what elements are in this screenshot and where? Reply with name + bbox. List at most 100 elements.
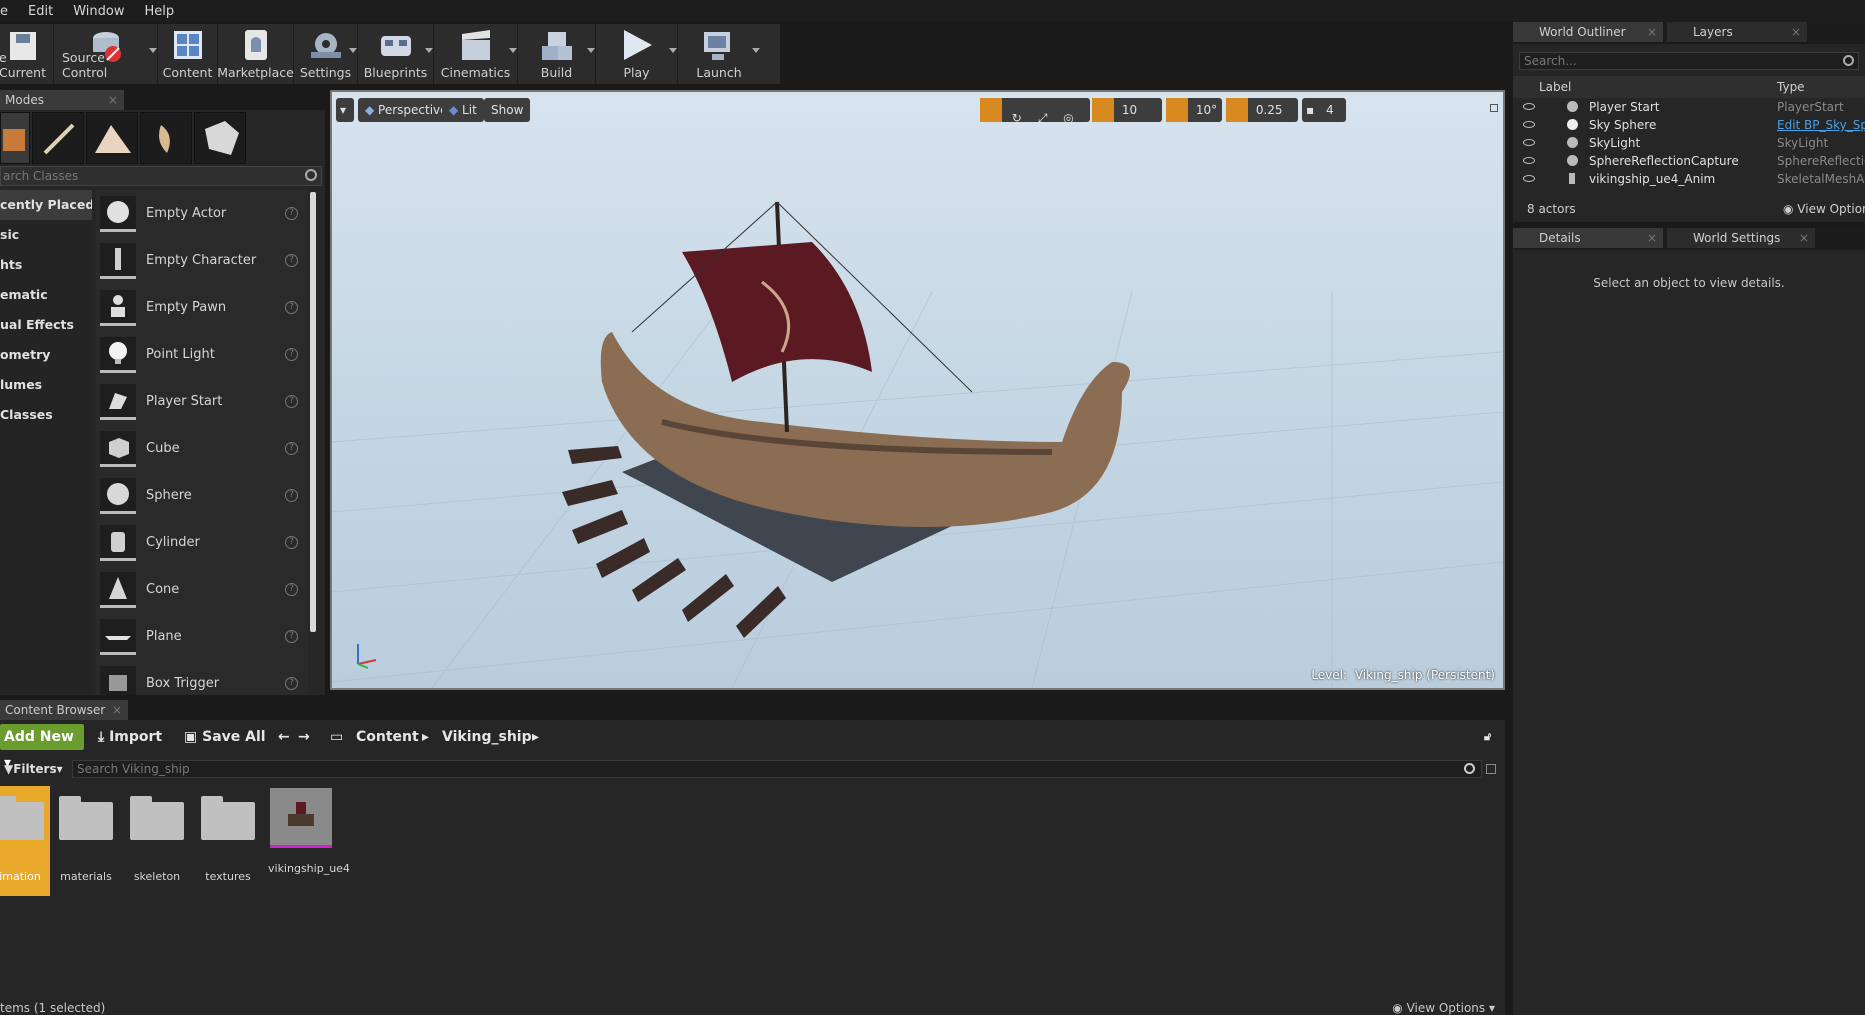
launch-button[interactable]: Launch xyxy=(678,24,760,84)
chevron-down-icon[interactable] xyxy=(425,48,433,53)
menu-edit[interactable]: Edit xyxy=(18,4,63,19)
viewport-options-button[interactable]: ▾ xyxy=(336,98,354,122)
class-item-cube[interactable]: Cube ? xyxy=(96,425,308,472)
class-item-cone[interactable]: Cone ? xyxy=(96,566,308,613)
category-item[interactable]: lumes xyxy=(0,370,92,400)
asset-folder-skeleton[interactable]: skeleton xyxy=(127,786,187,896)
category-item[interactable]: ual Effects xyxy=(0,310,92,340)
category-item[interactable]: ometry xyxy=(0,340,92,370)
tab-world-settings[interactable]: World Settings × xyxy=(1667,228,1815,248)
close-icon[interactable]: × xyxy=(112,700,122,720)
help-icon[interactable]: ? xyxy=(285,207,298,220)
visibility-eye-icon[interactable] xyxy=(1523,139,1535,146)
cinematics-button[interactable]: Cinematics xyxy=(434,24,518,84)
class-item-empty-character[interactable]: Empty Character ? xyxy=(96,237,308,284)
save-current-button[interactable]: e Current xyxy=(0,24,54,84)
chevron-down-icon[interactable] xyxy=(752,48,760,53)
outliner-row[interactable]: SphereReflectionCapture SphereReflection xyxy=(1513,152,1865,170)
outliner-row[interactable]: SkyLight SkyLight xyxy=(1513,134,1865,152)
landscape-mode-icon[interactable] xyxy=(86,112,138,164)
class-item-empty-pawn[interactable]: Empty Pawn ? xyxy=(96,284,308,331)
content-view-options[interactable]: ◉ View Options ▾ xyxy=(1392,1001,1495,1015)
scale-snap[interactable]: 0.25 xyxy=(1226,98,1298,122)
breadcrumb-content[interactable]: Content xyxy=(356,724,419,750)
close-icon[interactable]: × xyxy=(1791,22,1801,42)
class-item-plane[interactable]: Plane ? xyxy=(96,613,308,660)
play-button[interactable]: Play xyxy=(596,24,678,84)
column-type[interactable]: Type xyxy=(1777,80,1805,94)
foliage-mode-icon[interactable] xyxy=(140,112,192,164)
chevron-right-icon[interactable]: ▸ xyxy=(422,724,429,750)
translate-icon[interactable] xyxy=(980,98,1002,122)
level-viewport[interactable]: ▾ ◆ Perspective ◆ Lit Show ↻ ⤢ ◎ 10 10° … xyxy=(330,90,1505,690)
asset-folder-materials[interactable]: materials xyxy=(56,786,116,896)
class-item-sphere[interactable]: Sphere ? xyxy=(96,472,308,519)
category-item[interactable]: cently Placed xyxy=(0,190,92,220)
visibility-eye-icon[interactable] xyxy=(1523,175,1535,182)
asset-skeletal-mesh[interactable]: vikingship_ue4 xyxy=(268,786,350,896)
content-button[interactable]: Content xyxy=(158,24,218,84)
outliner-row[interactable]: Sky Sphere Edit BP_Sky_Sp xyxy=(1513,116,1865,134)
class-item-player-start[interactable]: Player Start ? xyxy=(96,378,308,425)
source-control-button[interactable]: Source Control xyxy=(54,24,158,84)
close-icon[interactable]: × xyxy=(108,90,118,110)
forward-button[interactable]: → xyxy=(298,724,310,750)
help-icon[interactable]: ? xyxy=(285,254,298,267)
scale-icon[interactable]: ⤢ xyxy=(1032,106,1054,130)
place-mode-icon[interactable] xyxy=(0,112,30,164)
visibility-eye-icon[interactable] xyxy=(1523,121,1535,128)
outliner-search-input[interactable]: Search... xyxy=(1519,52,1859,70)
category-item[interactable]: hts xyxy=(0,250,92,280)
close-icon[interactable]: × xyxy=(1799,228,1809,248)
save-search-icon[interactable] xyxy=(1486,764,1496,774)
paint-mode-icon[interactable] xyxy=(32,112,84,164)
marketplace-button[interactable]: Marketplace xyxy=(217,24,294,84)
chevron-right-icon[interactable]: ▸ xyxy=(532,724,539,750)
camera-speed[interactable]: ▪ 4 xyxy=(1302,98,1346,122)
edit-blueprint-link[interactable]: Edit BP_Sky_Sp xyxy=(1777,118,1865,132)
class-item-empty-actor[interactable]: Empty Actor ? xyxy=(96,190,308,237)
menu-file[interactable]: e xyxy=(0,4,18,19)
rotate-icon[interactable]: ↻ xyxy=(1006,106,1028,130)
breadcrumb-viking-ship[interactable]: Viking_ship xyxy=(442,724,532,750)
content-search-input[interactable]: Search Viking_ship xyxy=(72,760,1482,778)
chevron-down-icon[interactable] xyxy=(509,48,517,53)
help-icon[interactable]: ? xyxy=(285,442,298,455)
help-icon[interactable]: ? xyxy=(285,395,298,408)
visibility-eye-icon[interactable] xyxy=(1523,103,1535,110)
chevron-down-icon[interactable] xyxy=(587,48,595,53)
search-classes-input[interactable]: arch Classes xyxy=(0,166,322,186)
tab-content-browser[interactable]: Content Browser × xyxy=(0,700,128,720)
blueprints-button[interactable]: Blueprints xyxy=(358,24,434,84)
column-label[interactable]: Label xyxy=(1539,80,1571,94)
lock-icon[interactable]: 🔓︎ xyxy=(1484,724,1491,750)
close-icon[interactable]: × xyxy=(1647,22,1657,42)
add-new-button[interactable]: Add New ▾ xyxy=(0,724,84,771)
class-item-box-trigger[interactable]: Box Trigger ? xyxy=(96,660,308,695)
settings-button[interactable]: Settings xyxy=(294,24,358,84)
chevron-down-icon[interactable] xyxy=(349,48,357,53)
chevron-down-icon[interactable] xyxy=(669,48,677,53)
class-item-cylinder[interactable]: Cylinder ? xyxy=(96,519,308,566)
outliner-row[interactable]: vikingship_ue4_Anim SkeletalMeshActo xyxy=(1513,170,1865,188)
help-icon[interactable]: ? xyxy=(285,301,298,314)
tab-details[interactable]: Details × xyxy=(1513,228,1663,248)
tab-world-outliner[interactable]: World Outliner × xyxy=(1513,22,1663,42)
grid-snap[interactable]: 10 xyxy=(1092,98,1162,122)
lit-button[interactable]: ◆ Lit xyxy=(442,98,484,122)
back-button[interactable]: ← xyxy=(278,724,290,750)
import-button[interactable]: ⤓ Import xyxy=(98,724,162,750)
build-button[interactable]: Build xyxy=(518,24,596,84)
help-icon[interactable]: ? xyxy=(285,489,298,502)
outliner-row[interactable]: Player Start PlayerStart xyxy=(1513,98,1865,116)
help-icon[interactable]: ? xyxy=(285,583,298,596)
geometry-mode-icon[interactable] xyxy=(194,112,246,164)
help-icon[interactable]: ? xyxy=(285,348,298,361)
rotation-snap[interactable]: 10° xyxy=(1166,98,1222,122)
outliner-view-options[interactable]: ◉ View Option xyxy=(1783,202,1865,216)
class-item-point-light[interactable]: Point Light ? xyxy=(96,331,308,378)
tab-layers[interactable]: Layers × xyxy=(1667,22,1807,42)
class-list-scrollbar[interactable] xyxy=(310,192,316,632)
category-item[interactable]: Classes xyxy=(0,400,92,430)
maximize-viewport-icon[interactable] xyxy=(1490,104,1498,112)
